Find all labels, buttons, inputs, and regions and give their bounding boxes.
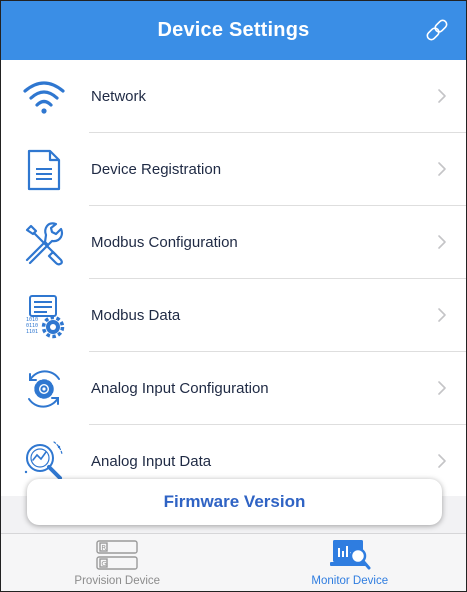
provision-device-icon: R G — [96, 540, 138, 570]
chevron-right-icon — [438, 454, 446, 468]
menu-item-label: Modbus Data — [91, 307, 181, 324]
chevron-right-icon — [438, 381, 446, 395]
menu-item-modbus-data[interactable]: 1010 0110 1101 Modbus Data — [1, 279, 466, 352]
menu-item-label: Device Registration — [91, 161, 222, 178]
gear-refresh-icon — [19, 364, 69, 414]
menu-item-analog-input-configuration[interactable]: Analog Input Configuration — [1, 352, 466, 425]
tab-monitor-device[interactable]: Monitor Device — [234, 534, 467, 591]
link-icon[interactable] — [422, 15, 452, 45]
menu-item-label: Modbus Configuration — [91, 234, 238, 251]
menu-item-device-registration[interactable]: Device Registration — [1, 133, 466, 206]
chevron-right-icon — [438, 89, 446, 103]
menu-item-network[interactable]: Network — [1, 60, 466, 133]
wifi-icon — [19, 72, 69, 122]
binary-gear-icon: 1010 0110 1101 — [19, 291, 69, 341]
tab-provision-device[interactable]: R G Provision Device — [1, 534, 234, 591]
menu-item-label: Analog Input Configuration — [91, 380, 269, 397]
tab-label: Provision Device — [74, 575, 161, 587]
tools-icon — [19, 218, 69, 268]
page-title: Device Settings — [157, 19, 310, 41]
chevron-right-icon — [438, 308, 446, 322]
device-settings-screen: Device Settings Network Device Registrat… — [0, 0, 467, 592]
tab-bar: R G Provision Device Monitor Device — [1, 533, 466, 591]
chevron-right-icon — [438, 162, 446, 176]
document-icon — [19, 145, 69, 195]
nav-header: Device Settings — [1, 1, 466, 60]
menu-item-modbus-configuration[interactable]: Modbus Configuration — [1, 206, 466, 279]
svg-text:G: G — [102, 560, 107, 568]
svg-text:1101: 1101 — [26, 329, 38, 335]
svg-text:R: R — [102, 544, 107, 552]
menu-item-label: Network — [91, 88, 147, 105]
monitor-device-icon — [329, 540, 371, 570]
firmware-version-button[interactable]: Firmware Version — [27, 479, 442, 525]
settings-menu: Network Device Registration Modbus Confi… — [1, 60, 466, 496]
chevron-right-icon — [438, 235, 446, 249]
tab-label: Monitor Device — [311, 575, 389, 587]
